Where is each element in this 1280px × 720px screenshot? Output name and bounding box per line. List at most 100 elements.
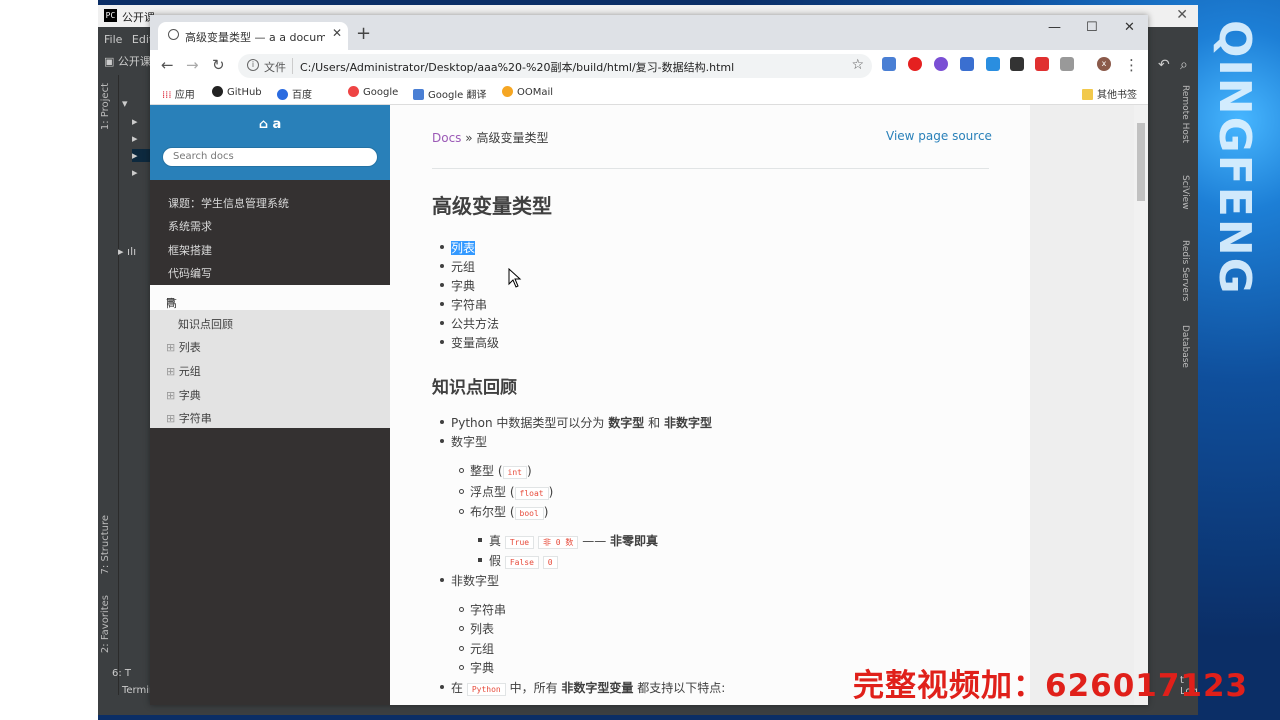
inline-code: int — [502, 466, 527, 479]
text: 都支持以下特点: — [637, 681, 726, 695]
extension-icon[interactable] — [1060, 57, 1074, 71]
translate-icon — [413, 89, 424, 100]
nav-item-code[interactable]: 代码编写 — [168, 265, 212, 281]
project-name: a — [272, 117, 282, 132]
section-title: 知识点回顾 — [432, 378, 517, 398]
list-item: 布尔型 (bool) — [458, 503, 548, 520]
reload-icon[interactable]: ↻ — [212, 56, 225, 74]
opera-extension-icon[interactable] — [908, 57, 922, 71]
page-scrollbar[interactable] — [1134, 105, 1148, 705]
ide-tab-redis[interactable]: Redis Servers — [1180, 240, 1190, 301]
nav-sub-tuple[interactable]: ⊞ 元组 — [166, 363, 201, 379]
nav-item-framework[interactable]: 框架搭建 — [168, 242, 212, 258]
nav-item-requirements[interactable]: 系统需求 — [168, 218, 212, 234]
toc-item[interactable]: 列表 — [439, 239, 476, 256]
sidebar-header: ⌂ a Search docs — [150, 105, 390, 180]
tree-arrow-icon[interactable]: ▸ ılı — [118, 245, 136, 258]
ide-close-icon[interactable]: ✕ — [1176, 7, 1188, 23]
apps-grid-icon: ⁞⁞⁞ — [162, 90, 175, 101]
search-input[interactable]: Search docs — [162, 147, 378, 167]
view-source-link[interactable]: View page source — [886, 129, 992, 143]
ide-tab-favorites[interactable]: 2: Favorites — [100, 595, 111, 653]
tree-arrow-icon[interactable]: ▸ — [132, 115, 138, 128]
bookmark-label: 其他书签 — [1097, 90, 1137, 101]
toc-item[interactable]: 变量高级 — [439, 334, 499, 351]
extension-icon[interactable] — [934, 57, 948, 71]
extension-icon[interactable] — [986, 57, 1000, 71]
translate-extension-icon[interactable] — [882, 57, 896, 71]
profile-avatar[interactable]: x — [1097, 57, 1111, 71]
inline-code: Python — [466, 683, 506, 696]
toc-item[interactable]: 公共方法 — [439, 315, 499, 332]
toc-item[interactable]: 字典 — [439, 277, 475, 294]
scrollbar-thumb[interactable] — [1137, 123, 1145, 201]
ide-tree-label: 公开课 — [117, 55, 151, 68]
extension-icon[interactable] — [1035, 57, 1049, 71]
nav-item-topic[interactable]: 课题：学生信息管理系统 — [168, 195, 289, 211]
back-icon[interactable]: ← — [161, 56, 174, 74]
oomail-icon — [502, 86, 513, 97]
tree-arrow-icon[interactable]: ▸ — [132, 166, 138, 179]
toc-item-label-selected: 列表 — [451, 241, 476, 255]
home-link[interactable]: ⌂ a — [150, 117, 390, 132]
video-watermark: 完整视频加：626017123 — [853, 668, 1249, 704]
ide-tab-project[interactable]: 1: Project — [100, 83, 111, 130]
tab-close-icon[interactable]: ✕ — [332, 26, 342, 40]
bookmark-oomail[interactable]: OOMail — [502, 86, 553, 98]
ide-tab-database[interactable]: Database — [1180, 325, 1190, 368]
ide-bottom-tab-1[interactable]: 6: T — [112, 668, 131, 679]
text: 真 — [489, 534, 502, 548]
bookmark-github[interactable]: GitHub — [212, 86, 262, 98]
address-separator — [292, 58, 293, 74]
google-icon — [348, 86, 359, 97]
bookmark-label: Google 翻译 — [428, 90, 487, 101]
new-tab-button[interactable]: + — [356, 23, 371, 44]
ide-menu-file[interactable]: File — [104, 33, 122, 46]
bookmark-google-translate[interactable]: Google 翻译 — [413, 86, 486, 101]
nav-sub-list[interactable]: ⊞ 列表 — [166, 339, 201, 355]
ide-tab-remote-host[interactable]: Remote Host — [1180, 85, 1190, 143]
menu-icon[interactable]: ⋮ — [1124, 56, 1139, 74]
browser-tab[interactable]: 高级变量类型 — a a documentat ✕ — [158, 22, 348, 50]
maximize-icon[interactable]: ☐ — [1086, 20, 1098, 35]
toc-item[interactable]: 元组 — [439, 258, 475, 275]
text: 整型 ( — [470, 464, 503, 478]
bookmark-star-icon[interactable]: ☆ — [851, 57, 864, 73]
bookmarks-bar: ⁞⁞⁞ 应用 GitHub 百度 Google Google 翻译 OOMail… — [150, 82, 1148, 105]
nav-sub-dict[interactable]: ⊞ 字典 — [166, 387, 201, 403]
forward-icon[interactable]: → — [186, 56, 199, 74]
inline-code: 非 0 数 — [537, 536, 579, 549]
nav-sub-string[interactable]: ⊞ 字符串 — [166, 410, 212, 426]
ide-menubar: File Edit — [98, 33, 153, 51]
bookmark-baidu[interactable]: 百度 — [277, 86, 312, 101]
bookmark-apps[interactable]: ⁞⁞⁞ 应用 — [162, 86, 195, 101]
pycharm-icon: PC — [104, 9, 117, 22]
address-bar[interactable]: i 文件 C:/Users/Administrator/Desktop/aaa%… — [238, 54, 872, 78]
extension-icon[interactable] — [960, 57, 974, 71]
ide-tab-structure[interactable]: 7: Structure — [100, 515, 111, 574]
address-toolbar: ← → ↻ i 文件 C:/Users/Administrator/Deskto… — [150, 50, 1148, 82]
extension-icon[interactable] — [1010, 57, 1024, 71]
ide-project-root[interactable]: ▣ 公开课 — [104, 53, 151, 69]
search-icon[interactable]: ⌕ — [1180, 57, 1188, 73]
close-window-icon[interactable]: ✕ — [1124, 20, 1135, 35]
browser-tabbar: 高级变量类型 — a a documentat ✕ + — ☐ ✕ — [150, 15, 1148, 50]
tree-arrow-icon[interactable]: ▾ — [122, 97, 128, 110]
inline-code: bool — [514, 507, 544, 520]
ide-tab-sciview[interactable]: SciView — [1180, 175, 1190, 210]
undo-icon[interactable]: ↶ — [1158, 57, 1170, 73]
inline-code: float — [514, 487, 549, 500]
docs-sidebar: ⌂ a Search docs 课题：学生信息管理系统 系统需求 框架搭建 代码… — [150, 105, 390, 705]
bookmark-google[interactable]: Google — [348, 86, 398, 98]
bookmark-other[interactable]: 其他书签 — [1082, 86, 1137, 101]
page-right-margin — [1030, 105, 1134, 705]
tree-arrow-icon[interactable]: ▸ — [132, 132, 138, 145]
nav-sub-review[interactable]: 知识点回顾 — [178, 316, 233, 332]
toc-item[interactable]: 字符串 — [439, 296, 487, 313]
nav-item-current[interactable]: ⊟ 高级变量类型 — [150, 285, 390, 390]
list-item: 在 Python 中，所有 非数字型变量 都支持以下特点: — [439, 679, 726, 696]
minimize-icon[interactable]: — — [1048, 20, 1061, 35]
url-text[interactable]: C:/Users/Administrator/Desktop/aaa%20-%2… — [300, 59, 734, 75]
breadcrumb-docs-link[interactable]: Docs — [432, 131, 461, 145]
info-icon[interactable]: i — [247, 59, 259, 71]
